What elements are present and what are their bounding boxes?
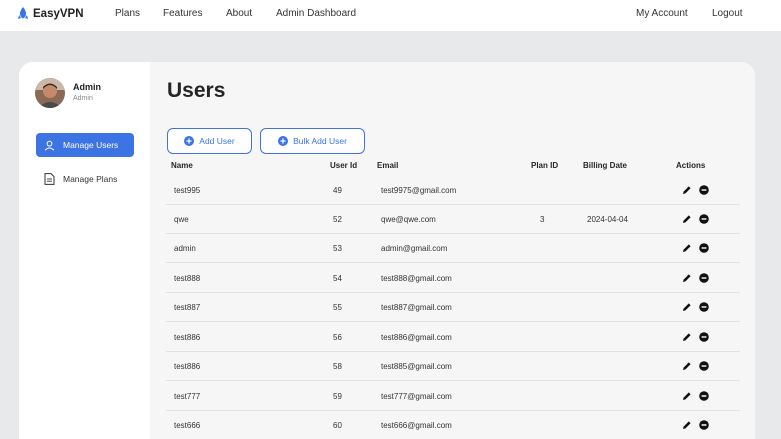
avatar	[35, 78, 65, 108]
top-navbar: EasyVPN Plans Features About Admin Dashb…	[0, 0, 781, 31]
table-row: test995 49 test9975@gmail.com	[166, 176, 740, 205]
cell-email: test888@gmail.com	[381, 274, 452, 283]
delete-circle-icon[interactable]	[699, 391, 709, 401]
cell-name: test777	[174, 392, 201, 401]
column-header-email: Email	[377, 161, 399, 170]
edit-pencil-icon[interactable]	[682, 391, 692, 401]
plus-circle-icon	[184, 136, 195, 146]
vpn-logo-icon	[18, 7, 28, 19]
cell-email: test9975@gmail.com	[381, 186, 457, 195]
delete-circle-icon[interactable]	[699, 332, 709, 342]
column-header-name: Name	[171, 161, 193, 170]
cell-user-id: 53	[333, 244, 342, 253]
sidebar: Admin Admin Manage Users Manage Plans	[19, 62, 150, 439]
cell-user-id: 59	[333, 392, 342, 401]
delete-circle-icon[interactable]	[699, 273, 709, 283]
cell-user-id: 49	[333, 186, 342, 195]
brand-logo[interactable]: EasyVPN	[18, 7, 84, 20]
add-user-label: Add User	[199, 136, 235, 146]
main-content: Users Add User Bulk Add User Name User I…	[150, 62, 755, 439]
sidebar-item-manage-users[interactable]: Manage Users	[36, 133, 134, 157]
cell-email: test666@gmail.com	[381, 421, 452, 430]
cell-user-id: 56	[333, 333, 342, 342]
plus-circle-icon	[278, 136, 289, 146]
nav-link-about[interactable]: About	[226, 8, 252, 19]
nav-link-plans[interactable]: Plans	[115, 8, 140, 19]
nav-link-admin-dashboard[interactable]: Admin Dashboard	[276, 8, 356, 19]
table-row: test777 59 test777@gmail.com	[166, 382, 740, 411]
cell-name: test887	[174, 303, 201, 312]
cell-user-id: 55	[333, 303, 342, 312]
cell-email: qwe@qwe.com	[381, 215, 436, 224]
edit-pencil-icon[interactable]	[682, 332, 692, 342]
cell-email: test885@gmail.com	[381, 362, 452, 371]
table-row: test666 60 test666@gmail.com	[166, 411, 740, 439]
table-row: admin 53 admin@gmail.com	[166, 234, 740, 263]
cell-email: test886@gmail.com	[381, 333, 452, 342]
column-header-plan-id: Plan ID	[531, 161, 559, 170]
table-row: test888 54 test888@gmail.com	[166, 264, 740, 293]
cell-name: admin	[174, 244, 196, 253]
edit-pencil-icon[interactable]	[682, 214, 692, 224]
edit-pencil-icon[interactable]	[682, 420, 692, 430]
column-header-actions: Actions	[676, 161, 706, 170]
profile-role: Admin	[73, 95, 93, 102]
cell-name: test888	[174, 274, 201, 283]
edit-pencil-icon[interactable]	[682, 243, 692, 253]
sidebar-item-manage-plans[interactable]: Manage Plans	[36, 167, 134, 191]
table-row: test886 56 test886@gmail.com	[166, 323, 740, 352]
nav-link-logout[interactable]: Logout	[712, 8, 743, 19]
brand-name: EasyVPN	[33, 7, 84, 20]
sidebar-item-label: Manage Plans	[63, 174, 118, 184]
delete-circle-icon[interactable]	[699, 361, 709, 371]
cell-email: test887@gmail.com	[381, 303, 452, 312]
page-title: Users	[167, 79, 226, 102]
user-icon	[44, 140, 55, 151]
delete-circle-icon[interactable]	[699, 243, 709, 253]
column-header-user-id: User Id	[330, 161, 358, 170]
document-icon	[44, 173, 55, 185]
sidebar-item-label: Manage Users	[63, 140, 119, 150]
delete-circle-icon[interactable]	[699, 420, 709, 430]
column-header-billing-date: Billing Date	[583, 161, 628, 170]
cell-user-id: 60	[333, 421, 342, 430]
profile-name: Admin	[73, 82, 101, 92]
cell-user-id: 54	[333, 274, 342, 283]
cell-user-id: 52	[333, 215, 342, 224]
edit-pencil-icon[interactable]	[682, 273, 692, 283]
cell-email: test777@gmail.com	[381, 392, 452, 401]
table-row: test887 55 test887@gmail.com	[166, 293, 740, 322]
cell-user-id: 58	[333, 362, 342, 371]
cell-plan-id: 3	[540, 215, 545, 224]
cell-name: test666	[174, 421, 201, 430]
edit-pencil-icon[interactable]	[682, 302, 692, 312]
delete-circle-icon[interactable]	[699, 185, 709, 195]
add-user-button[interactable]: Add User	[167, 128, 252, 154]
nav-link-my-account[interactable]: My Account	[636, 8, 688, 19]
table-row: qwe 52 qwe@qwe.com 3 2024-04-04	[166, 205, 740, 234]
cell-name: test886	[174, 362, 201, 371]
table-row: test886 58 test885@gmail.com	[166, 352, 740, 381]
dashboard-card: Admin Admin Manage Users Manage Plans Us…	[19, 62, 755, 439]
bulk-add-user-button[interactable]: Bulk Add User	[260, 128, 365, 154]
cell-name: test995	[174, 186, 201, 195]
cell-name: test886	[174, 333, 201, 342]
nav-link-features[interactable]: Features	[163, 8, 202, 19]
cell-email: admin@gmail.com	[381, 244, 448, 253]
delete-circle-icon[interactable]	[699, 302, 709, 312]
edit-pencil-icon[interactable]	[682, 361, 692, 371]
cell-name: qwe	[174, 215, 189, 224]
bulk-add-user-label: Bulk Add User	[293, 136, 347, 146]
cell-billing-date: 2024-04-04	[587, 215, 628, 224]
edit-pencil-icon[interactable]	[682, 185, 692, 195]
delete-circle-icon[interactable]	[699, 214, 709, 224]
